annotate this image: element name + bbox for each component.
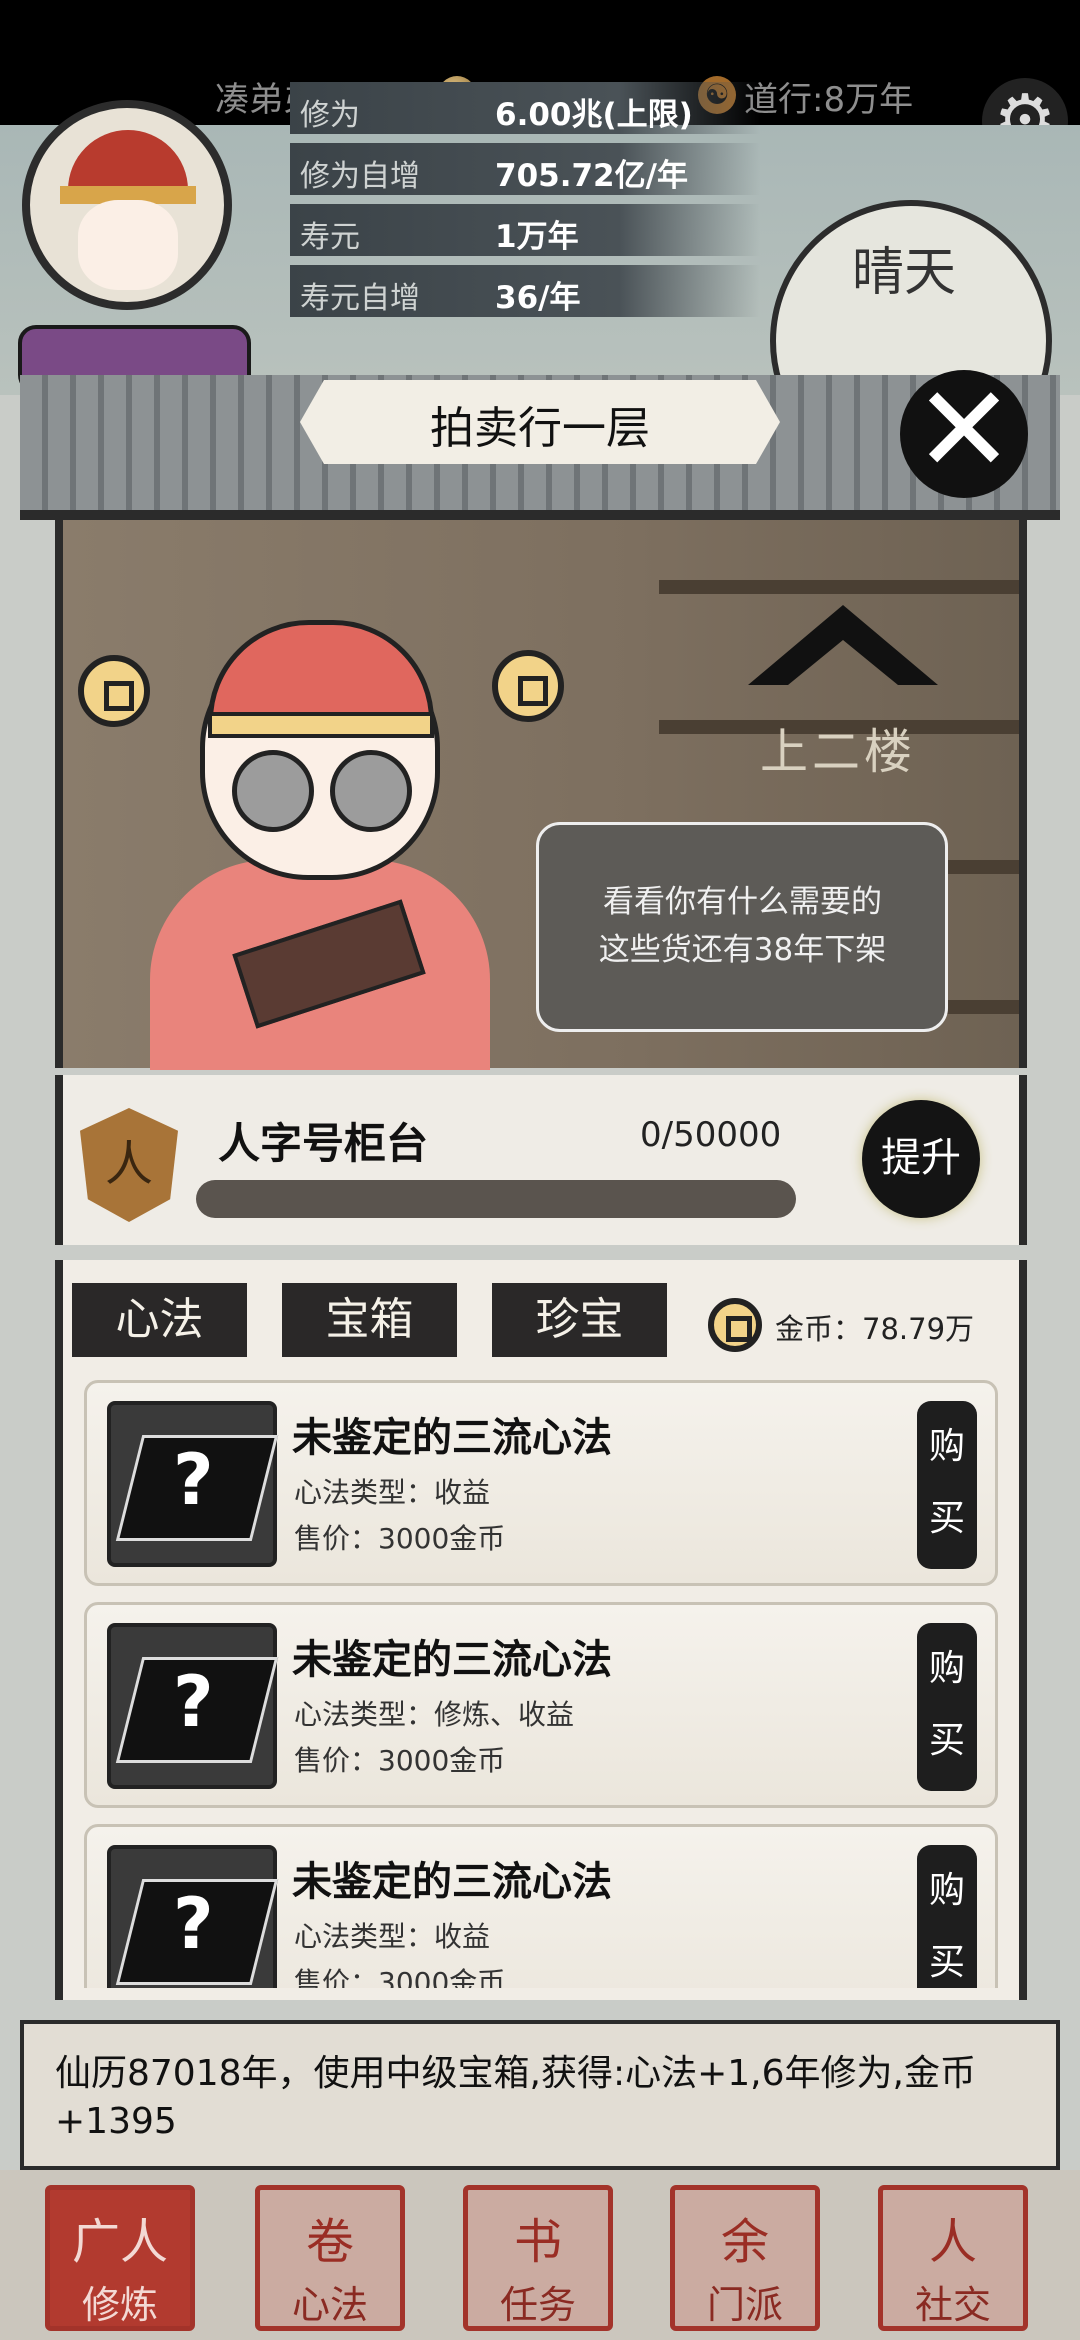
- stat-value: 705.72亿/年: [495, 158, 688, 194]
- buy-button[interactable]: 购 买: [917, 1401, 977, 1569]
- nav-label: 任务: [499, 2283, 576, 2327]
- speech-line: 看看你有什么需要的: [603, 884, 882, 920]
- avatar[interactable]: [22, 100, 232, 310]
- item-list[interactable]: ? 未鉴定的三流心法 心法类型：收益 售价：3000金币 购 买 ? 未鉴定的三…: [55, 1380, 1027, 1988]
- gold-balance: 金币：78.79万: [775, 1312, 975, 1346]
- stat-row-cultivation-rate: 修为自增 705.72亿/年: [290, 143, 760, 195]
- list-item: ? 未鉴定的三流心法 心法类型：收益 售价：3000金币 购 买: [84, 1824, 998, 1988]
- counter-progress-bar: [196, 1180, 796, 1218]
- nav-social[interactable]: 人 社交: [878, 2185, 1028, 2331]
- item-price: 售价：3000金币: [294, 1522, 506, 1555]
- buy-label: 购: [928, 1870, 965, 1911]
- buy-label: 买: [928, 1720, 965, 1761]
- nav-xinfa[interactable]: 卷 心法: [255, 2185, 405, 2331]
- coin-icon: [78, 655, 150, 727]
- people-icon: 人: [928, 2214, 977, 2270]
- list-item: ? 未鉴定的三流心法 心法类型：收益 售价：3000金币 购 买: [84, 1380, 998, 1586]
- glasses-lens-icon: [232, 750, 314, 832]
- item-price: 售价：3000金币: [294, 1966, 506, 1988]
- buy-button[interactable]: 购 买: [917, 1845, 977, 1988]
- item-name: 未鉴定的三流心法: [292, 1415, 612, 1461]
- gold-coin-icon: [708, 1298, 762, 1352]
- counter-name: 人字号柜台: [218, 1119, 429, 1168]
- mountain-icon: 广人: [71, 2214, 168, 2270]
- merchant-hat-band: [208, 712, 434, 738]
- nav-label: 修炼: [81, 2283, 158, 2327]
- book-icon: 书: [513, 2214, 562, 2270]
- stat-label: 修为自增: [300, 159, 420, 194]
- buy-label: 购: [928, 1648, 965, 1689]
- weather-label: 晴天: [852, 243, 957, 303]
- nav-label: 门派: [706, 2283, 783, 2327]
- buy-button[interactable]: 购 买: [917, 1623, 977, 1791]
- sect-icon: 余: [720, 2214, 769, 2270]
- item-name: 未鉴定的三流心法: [292, 1859, 612, 1905]
- upstairs-button[interactable]: 上二楼: [760, 712, 916, 782]
- scroll-icon: 卷: [305, 2214, 354, 2270]
- buy-label: 买: [928, 1498, 965, 1539]
- item-type: 心法类型：收益: [294, 1920, 491, 1953]
- event-log-text: 仙历87018年，使用中级宝箱,获得:心法+1,6年修为,金币+1395: [55, 2053, 976, 2142]
- stat-value: 36/年: [495, 280, 581, 316]
- speech-line: 这些货还有38年下架: [598, 932, 887, 968]
- nav-label: 社交: [914, 2283, 991, 2327]
- item-price: 售价：3000金币: [294, 1744, 506, 1777]
- stat-row-lifespan-rate: 寿元自增 36/年: [290, 265, 760, 317]
- buy-label: 购: [928, 1426, 965, 1467]
- counter-progress-text: 0/50000: [640, 1115, 782, 1155]
- speech-text: 看看你有什么需要的 这些货还有38年下架: [550, 878, 935, 974]
- stat-label: 修为: [300, 98, 360, 133]
- book-icon: ?: [107, 1623, 279, 1789]
- coin-icon: [492, 650, 564, 722]
- stat-value: 6.00兆(上限): [495, 97, 693, 133]
- tab-xinfa[interactable]: 心法: [72, 1283, 247, 1357]
- nav-sect[interactable]: 余 门派: [670, 2185, 820, 2331]
- nav-tasks[interactable]: 书 任务: [463, 2185, 613, 2331]
- stat-row-lifespan: 寿元 1万年: [290, 204, 760, 256]
- item-name: 未鉴定的三流心法: [292, 1637, 612, 1683]
- book-icon: ?: [107, 1401, 279, 1567]
- item-type: 心法类型：收益: [294, 1476, 491, 1509]
- item-type: 心法类型：修炼、收益: [294, 1698, 575, 1731]
- stat-row-cultivation: 修为 6.00兆(上限): [290, 82, 760, 134]
- list-item: ? 未鉴定的三流心法 心法类型：修炼、收益 售价：3000金币 购 买: [84, 1602, 998, 1808]
- nav-cultivate[interactable]: 广人 修炼: [45, 2185, 195, 2331]
- stat-value: 1万年: [495, 219, 579, 255]
- close-icon[interactable]: ✕: [900, 370, 1028, 498]
- up-arrow-icon[interactable]: [748, 600, 938, 690]
- stat-label: 寿元自增: [300, 281, 420, 316]
- book-icon: ?: [107, 1845, 279, 1988]
- nav-label: 心法: [291, 2283, 368, 2327]
- stat-label: 寿元: [300, 220, 360, 255]
- upgrade-button[interactable]: 提升: [862, 1100, 980, 1218]
- tab-treasure[interactable]: 珍宝: [492, 1283, 667, 1357]
- glasses-lens-icon: [330, 750, 412, 832]
- daoxing-value: 道行:8万年: [744, 80, 914, 120]
- tab-chest[interactable]: 宝箱: [282, 1283, 457, 1357]
- buy-label: 买: [928, 1942, 965, 1983]
- modal-title: 拍卖行一层: [430, 403, 650, 454]
